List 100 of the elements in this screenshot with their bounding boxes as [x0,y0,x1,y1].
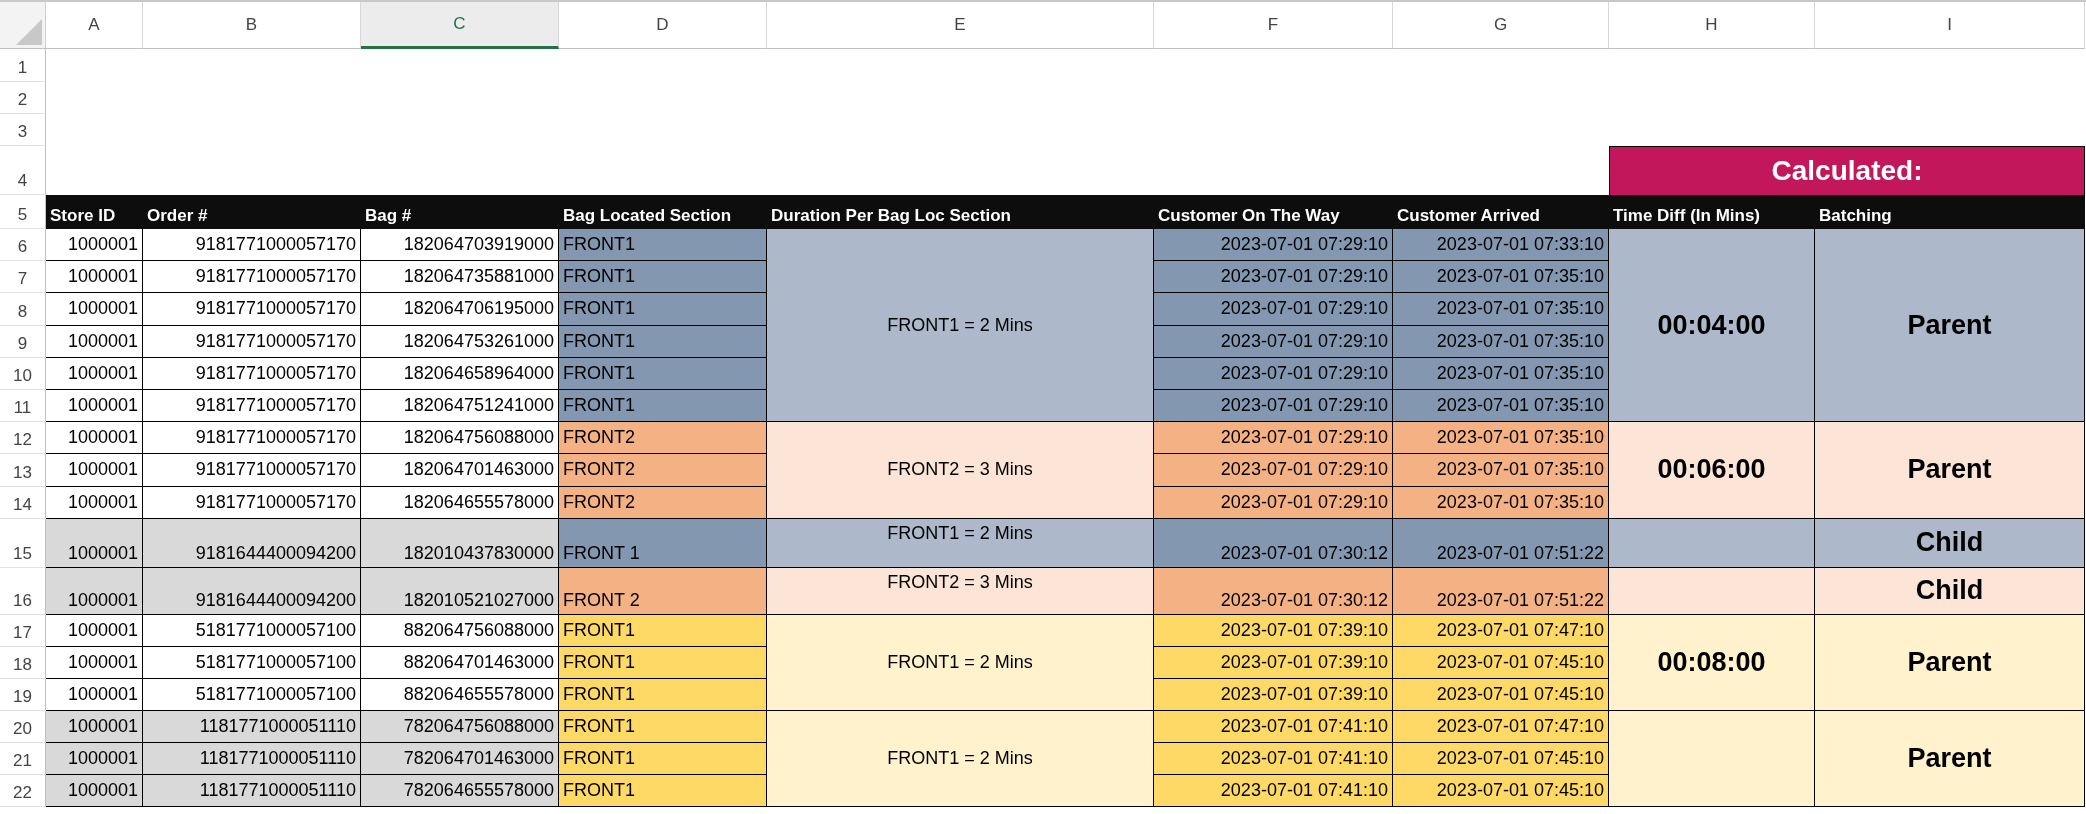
select-all-corner[interactable] [0,2,46,49]
table-cell: 5181771000057100 [143,646,361,679]
table-cell: 1000001 [46,422,143,455]
table-cell: 2023-07-01 07:29:10 [1154,486,1393,519]
header-cell: Bag # [361,195,559,229]
header-cell: Order # [143,195,361,229]
table-cell: 1181771000051110 [143,774,361,807]
table-cell: 2023-07-01 07:29:10 [1154,229,1393,262]
table-cell: 9181644400094200 [143,567,361,615]
table-cell: 1000001 [46,710,143,743]
table-cell: 1000001 [46,229,143,262]
table-cell: 1000001 [46,357,143,390]
column-header[interactable]: A [46,2,143,49]
table-cell: FRONT1 = 2 Mins [767,710,1154,807]
column-header[interactable]: C [361,2,559,49]
table-cell: 1000001 [46,325,143,358]
table-cell: 182064735881000 [361,261,559,294]
table-cell: 1000001 [46,261,143,294]
table-cell: FRONT1 [559,389,767,423]
table-cell: 882064655578000 [361,678,559,711]
table-cell: 2023-07-01 07:35:10 [1393,325,1609,358]
table-cell: 2023-07-01 07:30:12 [1154,518,1393,568]
table-cell: 9181771000057170 [143,454,361,487]
column-header[interactable]: H [1609,2,1815,49]
row-number[interactable]: 3 [0,114,46,146]
header-cell: Customer Arrived [1393,195,1609,229]
header-cell: Store ID [46,195,143,229]
table-cell: 182064655578000 [361,486,559,519]
table-cell: 9181644400094200 [143,518,361,568]
table-cell: Parent [1815,422,2085,519]
table-cell: 1000001 [46,518,143,568]
triangle-icon [16,19,42,45]
table-cell: 1181771000051110 [143,710,361,743]
table-cell: 2023-07-01 07:41:10 [1154,742,1393,775]
table-cell: 1000001 [46,646,143,679]
table-cell: 9181771000057170 [143,229,361,262]
row-number[interactable]: 2 [0,82,46,114]
table-cell: 182064753261000 [361,325,559,358]
table-cell: FRONT2 [559,454,767,487]
header-cell: Batching [1815,195,2085,229]
table-cell: 1000001 [46,293,143,326]
table-cell: 2023-07-01 07:35:10 [1393,422,1609,455]
table-cell: 1000001 [46,614,143,647]
table-cell: 2023-07-01 07:47:10 [1393,614,1609,647]
table-cell: 2023-07-01 07:35:10 [1393,454,1609,487]
table-cell: 2023-07-01 07:35:10 [1393,357,1609,390]
table-cell: 2023-07-01 07:45:10 [1393,742,1609,775]
table-cell: 2023-07-01 07:33:10 [1393,229,1609,262]
column-header[interactable]: G [1393,2,1609,49]
table-cell: 2023-07-01 07:39:10 [1154,614,1393,647]
table-cell: Child [1815,567,2085,615]
table-cell: 1181771000051110 [143,742,361,775]
row-number[interactable]: 1 [0,49,46,82]
table-cell: 2023-07-01 07:51:22 [1393,518,1609,568]
table-cell: 2023-07-01 07:29:10 [1154,261,1393,294]
table-cell: FRONT1 = 2 Mins [767,229,1154,423]
column-header[interactable]: B [143,2,361,49]
header-cell: Customer On The Way [1154,195,1393,229]
table-cell: Child [1815,518,2085,568]
table-cell: 2023-07-01 07:29:10 [1154,293,1393,326]
table-cell: 2023-07-01 07:35:10 [1393,261,1609,294]
table-cell: FRONT 1 [559,518,767,568]
table-cell: 9181771000057170 [143,389,361,423]
table-cell: 1000001 [46,774,143,807]
header-cell: Time Diff (In Mins) [1609,195,1815,229]
table-cell: 782064701463000 [361,742,559,775]
table-cell: FRONT 2 [559,567,767,615]
column-header[interactable]: I [1815,2,2085,49]
table-cell: 1000001 [46,389,143,423]
table-cell: FRONT1 = 2 Mins [767,518,1154,568]
table-cell: 1000001 [46,742,143,775]
table-cell: FRONT1 [559,229,767,262]
table-cell: 00:04:00 [1609,229,1815,423]
table-cell: 9181771000057170 [143,293,361,326]
table-cell: 2023-07-01 07:45:10 [1393,646,1609,679]
table-cell: FRONT1 [559,357,767,390]
table-cell: FRONT2 = 3 Mins [767,422,1154,519]
column-header[interactable]: D [559,2,767,49]
table-cell: FRONT1 [559,646,767,679]
table-cell: FRONT1 [559,742,767,775]
table-cell: 1000001 [46,567,143,615]
table-cell: FRONT2 [559,486,767,519]
table-cell: FRONT2 = 3 Mins [767,567,1154,615]
table-cell: 782064756088000 [361,710,559,743]
table-cell: 2023-07-01 07:29:10 [1154,325,1393,358]
column-header[interactable]: F [1154,2,1393,49]
row-number[interactable]: 4 [0,146,46,195]
table-cell: 2023-07-01 07:35:10 [1393,486,1609,519]
table-cell: FRONT2 [559,422,767,455]
table-cell: 9181771000057170 [143,422,361,455]
table-cell: 782064655578000 [361,774,559,807]
table-cell: 182064756088000 [361,422,559,455]
table-cell: Parent [1815,710,2085,807]
table-cell: 1000001 [46,454,143,487]
table-cell: 882064701463000 [361,646,559,679]
table-cell: 9181771000057170 [143,486,361,519]
table-cell: 1000001 [46,486,143,519]
column-header[interactable]: E [767,2,1154,49]
table-cell: 882064756088000 [361,614,559,647]
table-cell: 2023-07-01 07:39:10 [1154,678,1393,711]
